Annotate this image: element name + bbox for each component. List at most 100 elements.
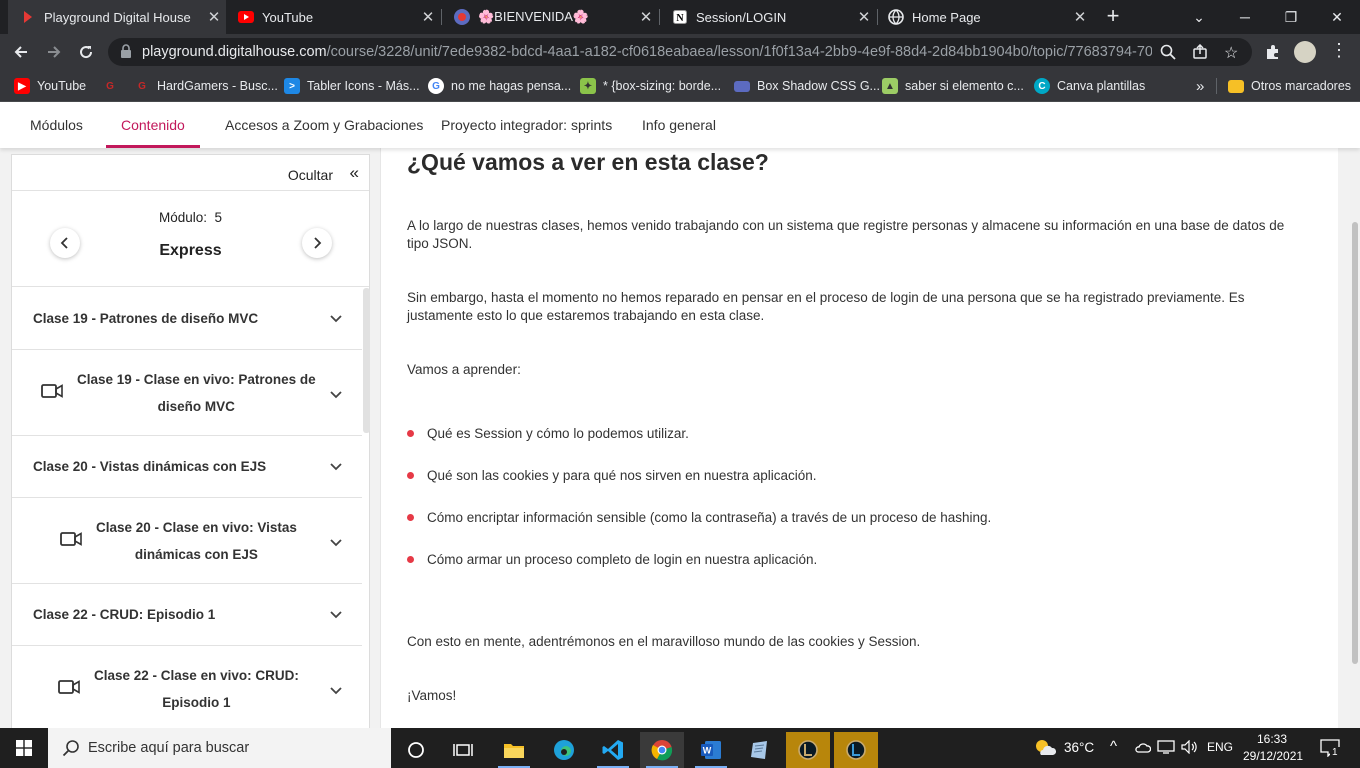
bookmark-g[interactable]: G — [102, 77, 125, 95]
bookmark-no-me-hagas[interactable]: Gno me hagas pensa... — [428, 77, 571, 95]
cloud-icon[interactable] — [1135, 740, 1152, 759]
notion-icon: N — [672, 9, 688, 25]
bookmark-tabler[interactable]: > Tabler Icons - Más... — [284, 77, 420, 95]
tab-contenido[interactable]: Contenido — [106, 102, 200, 148]
list-item: Cómo armar un proceso completo de login … — [407, 552, 817, 567]
double-chevron-left-icon[interactable]: « — [350, 164, 359, 181]
bookmark-youtube[interactable]: ▶ YouTube — [14, 77, 86, 95]
weather-temperature[interactable]: 36°C — [1064, 740, 1094, 755]
clock-time[interactable]: 16:33 — [1257, 732, 1287, 746]
weather-icon[interactable] — [1034, 738, 1057, 763]
chevron-down-icon[interactable] — [330, 534, 342, 550]
minimize-button[interactable]: ─ — [1222, 0, 1268, 34]
volume-icon[interactable] — [1181, 739, 1199, 759]
youtube-icon — [238, 9, 254, 25]
tab-bienvenida[interactable]: 🌸BIENVENIDA🌸 ✕ — [442, 0, 658, 34]
bookmark-box-shadow[interactable]: Box Shadow CSS G... — [734, 77, 880, 95]
chevron-up-icon[interactable]: ^ — [1110, 738, 1117, 755]
class-video-20[interactable]: Clase 20 - Clase en vivo: Vistas dinámica… — [12, 498, 362, 584]
edge-icon[interactable] — [542, 732, 586, 768]
svg-text:N: N — [676, 13, 684, 24]
vscode-icon[interactable] — [591, 732, 635, 768]
next-module-button[interactable] — [302, 228, 332, 258]
address-bar[interactable]: playground.digitalhouse.com/course/3228/… — [108, 38, 1252, 66]
back-button[interactable] — [9, 40, 33, 64]
forward-button[interactable] — [42, 40, 66, 64]
notes-app-icon[interactable] — [737, 732, 781, 768]
league-client-icon[interactable] — [786, 732, 830, 768]
prev-module-button[interactable] — [50, 228, 80, 258]
chevron-down-icon[interactable] — [330, 606, 342, 622]
file-explorer-icon[interactable] — [492, 732, 536, 768]
tab-proyecto-integrador[interactable]: Proyecto integrador: sprints — [441, 102, 612, 148]
hide-sidebar-row[interactable]: Ocultar « — [12, 155, 369, 191]
bookmark-canva[interactable]: C Canva plantillas — [1034, 77, 1145, 95]
bookmark-star-icon[interactable]: ☆ — [1224, 43, 1238, 63]
restore-button[interactable]: ❐ — [1268, 0, 1314, 34]
close-window-button[interactable]: ✕ — [1314, 0, 1360, 34]
tab-accesos-zoom[interactable]: Accesos a Zoom y Grabaciones — [225, 102, 423, 148]
close-tab-icon[interactable]: ✕ — [634, 8, 658, 26]
close-tab-icon[interactable]: ✕ — [202, 8, 226, 26]
network-icon[interactable] — [1157, 740, 1175, 759]
avatar[interactable] — [1294, 41, 1316, 63]
class-video-19[interactable]: Clase 19 - Clase en vivo: Patrones de dis… — [12, 350, 362, 436]
page-title: ¿Qué vamos a ver en esta clase? — [407, 149, 769, 175]
close-tab-icon[interactable]: ✕ — [1068, 8, 1092, 26]
tab-playground[interactable]: Playground Digital House ✕ — [8, 0, 226, 34]
tab-youtube[interactable]: YouTube ✕ — [226, 0, 440, 34]
module-selector: Módulo: 5 Express — [12, 191, 369, 287]
other-bookmarks[interactable]: Otros marcadores — [1228, 77, 1351, 95]
video-camera-icon — [58, 679, 80, 699]
league-game-icon[interactable] — [834, 732, 878, 768]
bookmark-hardgamers[interactable]: G HardGamers - Busc... — [134, 77, 278, 95]
close-tab-icon[interactable]: ✕ — [416, 8, 440, 26]
taskbar-search[interactable]: Escribe aquí para buscar — [48, 728, 391, 768]
tab-home-page[interactable]: Home Page ✕ — [876, 0, 1092, 34]
url-text[interactable]: playground.digitalhouse.com/course/3228/… — [142, 44, 1152, 60]
page-area: Ocultar « Módulo: 5 Express Clase 19 - P… — [0, 148, 1360, 728]
sidebar-scrollbar[interactable] — [363, 288, 370, 433]
bookmark-box-sizing[interactable]: ✦ * {box-sizing: borde... — [580, 77, 721, 95]
class-video-22[interactable]: Clase 22 - Clase en vivo: CRUD: Episodio … — [12, 646, 362, 728]
windows-taskbar: Escribe aquí para buscar W 36°C ^ ENG 16… — [0, 728, 1360, 768]
menu-icon[interactable]: ⋮ — [1330, 40, 1348, 61]
clock-date[interactable]: 29/12/2021 — [1243, 749, 1303, 763]
tab-info-general[interactable]: Info general — [642, 102, 716, 148]
chevron-down-icon[interactable] — [330, 458, 342, 474]
zoom-icon[interactable] — [1160, 44, 1176, 65]
windows-start-icon[interactable] — [16, 740, 32, 761]
page-scrollbar[interactable] — [1350, 148, 1360, 728]
chrome-icon[interactable] — [640, 732, 684, 768]
lock-icon[interactable] — [120, 44, 132, 63]
chevron-down-icon[interactable] — [330, 386, 342, 402]
class-section-20[interactable]: Clase 20 - Vistas dinámicas con EJS — [12, 436, 362, 498]
folder-icon — [734, 80, 750, 92]
tab-search-icon[interactable]: ⌄ — [1176, 0, 1222, 34]
more-bookmarks-icon[interactable]: » — [1196, 77, 1204, 95]
chevron-down-icon[interactable] — [330, 310, 342, 326]
close-tab-icon[interactable]: ✕ — [852, 8, 876, 26]
cortana-icon[interactable] — [394, 732, 438, 768]
tab-title: Session/LOGIN — [696, 9, 787, 25]
language-indicator[interactable]: ENG — [1207, 740, 1233, 754]
hide-sidebar-label[interactable]: Ocultar — [288, 167, 333, 183]
page-scroll-thumb[interactable] — [1352, 222, 1358, 664]
bookmark-saber-elemento[interactable]: ▲ saber si elemento c... — [882, 77, 1024, 95]
share-icon[interactable] — [1192, 43, 1208, 65]
tab-modulos[interactable]: Módulos — [30, 102, 83, 148]
class-section-label: Clase 19 - Patrones de diseño MVC — [33, 311, 259, 326]
task-view-icon[interactable] — [441, 732, 485, 768]
new-tab-button[interactable]: + — [1101, 5, 1125, 29]
tab-title: YouTube — [262, 9, 314, 25]
word-icon[interactable]: W — [689, 732, 733, 768]
reload-button[interactable] — [74, 40, 98, 64]
canva-icon: C — [1034, 78, 1050, 94]
browser-tab-strip: Playground Digital House ✕ YouTube ✕ 🌸BI… — [0, 0, 1360, 34]
tab-session-login[interactable]: N Session/LOGIN ✕ — [660, 0, 876, 34]
chevron-down-icon[interactable] — [330, 682, 342, 698]
svg-text:W: W — [703, 746, 712, 756]
class-section-19[interactable]: Clase 19 - Patrones de diseño MVC — [12, 288, 362, 350]
class-section-22[interactable]: Clase 22 - CRUD: Episodio 1 — [12, 584, 362, 646]
extensions-icon[interactable] — [1265, 44, 1281, 65]
